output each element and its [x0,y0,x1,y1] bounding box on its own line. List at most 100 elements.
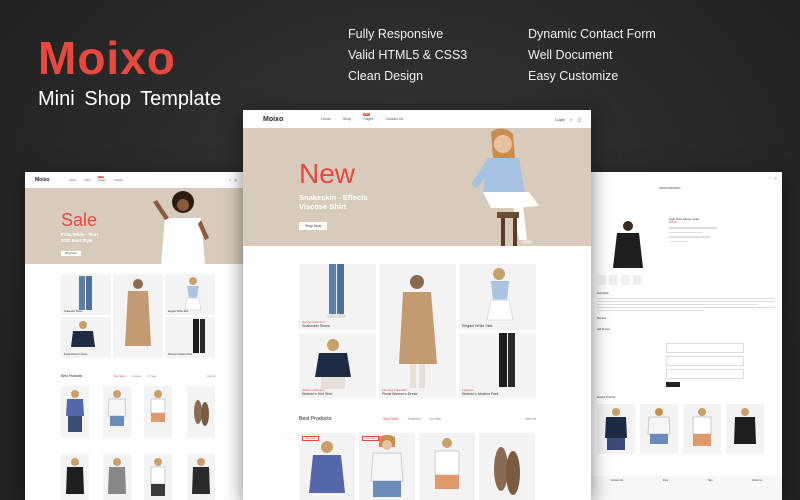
search-icon[interactable]: ⌕ [229,178,231,182]
brand-logo: Moixo [38,32,176,84]
footer-col: Shop [662,480,669,482]
tab-best-seller[interactable]: Best Seller [383,417,398,421]
category-tile[interactable]: Morning Collection Floral Women's Dress [379,264,456,398]
thumbnail[interactable] [597,275,606,285]
category-tile[interactable]: Elegant White Skirt [459,264,536,330]
footer: Contact Info Shop Help Follow Us [591,476,782,500]
tile-name: Elegant White Skirt [462,324,493,328]
tile-name: Floral Women's Dress [382,392,418,396]
nav-link[interactable]: New Pages [98,175,106,182]
nav-link-pages[interactable]: New Pages [363,113,374,121]
product-card[interactable] [187,386,215,438]
hero-banner: New Snakeskin - Effects Viscose Shirt Sho… [243,128,591,246]
new-badge: New [363,113,371,116]
tab-on-sale[interactable]: On Sale [429,417,441,421]
section-title: Best Products [299,416,332,422]
shop-now-button[interactable]: Shop Now [299,222,328,230]
nav-link-label: Pages [98,178,106,182]
nav-logo[interactable]: Moixo [263,116,283,123]
preview-home-new: Moixo Home Shop New Pages Contact Us Logi… [243,110,591,500]
cart-icon[interactable]: ◫ [577,117,581,122]
preview-home-sale: Moixo Home Shop New Pages Contact ⌕ ◫ Sal… [25,172,243,500]
cart-icon[interactable]: ◫ [234,178,237,182]
product-card[interactable] [726,404,764,454]
search-icon[interactable]: ⌕ [570,117,572,122]
category-tile[interactable]: Features Women's Modern Pant [459,333,536,398]
thumbnail[interactable] [609,275,618,285]
feature-list: Fully Responsive Dynamic Contact Form Va… [348,26,678,84]
tile-name: Snakeskin Shoes [64,310,83,313]
new-badge: New [98,175,105,178]
feature-item: Easy Customize [528,69,619,83]
nav-link-contact[interactable]: Contact Us [385,117,403,121]
preview-shop-details: ⌕ ◫ SHOP DETAILS High Rise Skinny Jean $… [591,172,782,500]
nav-logo[interactable]: Moixo [35,177,49,183]
view-all-link[interactable]: View All [525,417,536,421]
category-tile[interactable]: Winter Collection Women's Knit Shirt [299,333,376,398]
description-section: Description Reviews Add Review [597,292,775,334]
product-thumbnails [597,275,642,285]
hero-model-image [471,128,539,246]
feature-item: Valid HTML5 & CSS3 [348,48,468,62]
nav-bar: ⌕ ◫ [591,172,782,184]
nav-link-label: Pages [363,117,374,121]
category-tile[interactable]: Women's Modern Pant [165,317,215,358]
footer-col: Contact Info [610,480,624,482]
review-name-input[interactable] [666,343,744,353]
category-tile[interactable] [113,274,163,358]
thumbnail[interactable] [621,275,630,285]
tile-name: Floral Women's Dress [64,353,88,356]
product-card[interactable]: New Sale [359,433,415,500]
nav-link[interactable]: Home [69,179,76,182]
tab-best-seller[interactable]: Best Seller [114,375,126,378]
section-title: Best Products [61,374,83,378]
product-card[interactable] [144,454,172,500]
nav-bar: Moixo Home Shop New Pages Contact Us Logi… [243,110,591,128]
product-card[interactable] [103,386,131,438]
nav-link[interactable]: Contact [114,179,123,182]
product-card[interactable] [597,404,635,454]
product-card[interactable] [144,386,172,438]
login-link[interactable]: Login [555,117,565,122]
tab-featured[interactable]: Featured [132,375,142,378]
feature-item: Dynamic Contact Form [528,27,656,41]
product-card[interactable]: New Sale [299,433,355,500]
brand-subtitle: Mini Shop Template [38,88,222,110]
product-main-image [601,218,655,272]
hero-model-image [153,191,209,264]
product-card[interactable] [683,404,721,454]
product-card[interactable] [479,433,535,500]
sale-tag: New Sale [302,436,319,441]
product-card[interactable] [640,404,678,454]
nav-link[interactable]: Shop [84,179,90,182]
tab-on-sale[interactable]: On Sale [147,375,156,378]
thumbnail[interactable] [633,275,642,285]
review-message-input[interactable] [666,369,744,379]
footer-col: Help [707,480,713,482]
product-card[interactable] [61,386,89,438]
product-card[interactable] [419,433,475,500]
view-all-link[interactable]: View All [207,375,215,378]
category-tile[interactable]: Spring Collection Snakeskin Shoes [299,264,376,330]
product-info: High Rise Skinny Jean $39.00 [669,217,717,245]
add-review-label: Add Review [597,328,610,331]
tile-name: Elegant White Skirt [168,310,189,313]
review-email-input[interactable] [666,356,744,366]
nav-link-shop[interactable]: Shop [343,117,351,121]
best-products-header: Best Products Best Seller Featured On Sa… [61,374,215,378]
category-tile[interactable]: Snakeskin Shoes [61,274,111,315]
tab-featured[interactable]: Featured [408,417,421,421]
feature-item: Fully Responsive [348,27,444,41]
category-tile[interactable]: Elegant White Skirt [165,274,215,315]
product-card[interactable] [103,454,131,500]
nav-link-home[interactable]: Home [321,117,331,121]
product-card[interactable] [61,454,89,500]
product-card[interactable] [187,454,215,500]
submit-review-button[interactable] [666,382,680,387]
shop-now-button[interactable]: Shop Now [61,251,81,256]
product-price: $39.00 [669,221,677,224]
search-icon[interactable]: ⌕ [769,176,771,180]
category-tile[interactable]: Floral Women's Dress [61,317,111,358]
hero-headline: New [299,158,356,189]
cart-icon[interactable]: ◫ [774,176,777,180]
